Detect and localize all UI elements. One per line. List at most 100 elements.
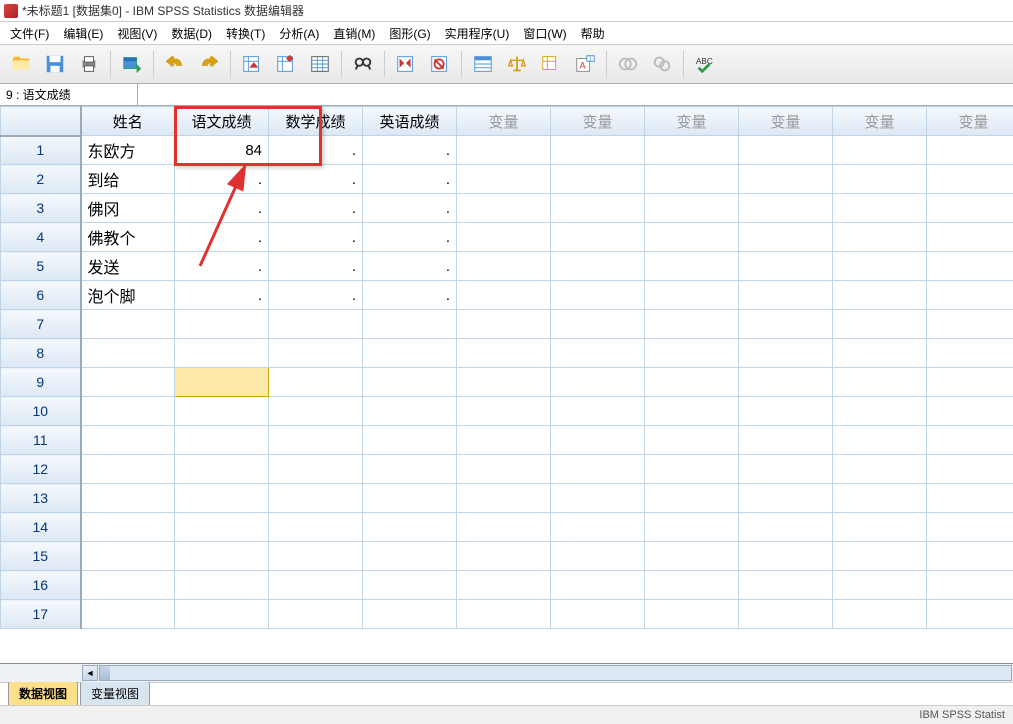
data-cell[interactable] [551,136,645,165]
data-cell[interactable] [739,368,833,397]
spellcheck-button[interactable]: ABC [690,49,720,79]
use-sets-button[interactable]: A1 [570,49,600,79]
data-cell[interactable] [927,281,1013,310]
data-cell[interactable] [175,397,269,426]
data-cell[interactable]: . [175,194,269,223]
data-cell[interactable] [81,542,175,571]
data-cell[interactable] [551,484,645,513]
data-cell[interactable] [551,368,645,397]
data-cell[interactable] [269,484,363,513]
value-labels-button[interactable] [536,49,566,79]
data-cell[interactable] [645,310,739,339]
select-cases-button[interactable] [468,49,498,79]
data-cell[interactable]: 84 [175,136,269,165]
data-cell[interactable]: . [175,281,269,310]
data-cell[interactable] [645,136,739,165]
tab-data-view[interactable]: 数据视图 [8,681,78,705]
data-cell[interactable] [927,484,1013,513]
data-cell[interactable] [457,339,551,368]
data-cell[interactable] [457,194,551,223]
data-cell[interactable] [363,397,457,426]
menu-edit[interactable]: 编辑(E) [57,23,109,44]
data-cell[interactable] [551,513,645,542]
data-cell[interactable] [645,223,739,252]
data-cell[interactable] [81,484,175,513]
data-cell[interactable] [739,136,833,165]
data-cell[interactable]: 泡个脚 [81,281,175,310]
data-cell[interactable] [833,310,927,339]
row-header[interactable]: 9 [1,368,81,397]
data-cell[interactable]: . [363,136,457,165]
column-header[interactable]: 语文成绩 [175,107,269,136]
data-cell[interactable] [81,339,175,368]
data-cell[interactable] [457,368,551,397]
row-header[interactable]: 13 [1,484,81,513]
data-cell[interactable] [833,600,927,629]
menu-direct[interactable]: 直销(M) [327,23,381,44]
data-cell[interactable] [269,397,363,426]
data-cell[interactable] [457,252,551,281]
find-button[interactable] [348,49,378,79]
data-cell[interactable] [269,368,363,397]
menu-transform[interactable]: 转换(T) [220,23,271,44]
data-grid[interactable]: 姓名语文成绩数学成绩英语成绩变量变量变量变量变量变量变量 1东欧方84..2到给… [0,106,1013,664]
data-cell[interactable] [927,397,1013,426]
data-cell[interactable] [833,194,927,223]
data-cell[interactable] [927,339,1013,368]
data-cell[interactable] [927,136,1013,165]
data-cell[interactable]: . [175,223,269,252]
data-cell[interactable] [927,571,1013,600]
menu-file[interactable]: 文件(F) [4,23,55,44]
data-cell[interactable] [269,513,363,542]
data-cell[interactable] [457,600,551,629]
data-cell[interactable] [457,223,551,252]
circle-stack-icon[interactable] [647,49,677,79]
data-cell[interactable] [833,136,927,165]
data-cell[interactable] [739,484,833,513]
row-header[interactable]: 7 [1,310,81,339]
data-cell[interactable] [739,542,833,571]
data-cell[interactable] [457,484,551,513]
data-cell[interactable] [739,194,833,223]
circle-overlap-icon[interactable] [613,49,643,79]
row-header[interactable]: 4 [1,223,81,252]
row-header[interactable]: 14 [1,513,81,542]
data-cell[interactable] [645,426,739,455]
data-cell[interactable] [363,513,457,542]
horizontal-scrollbar[interactable]: ◄ [0,664,1013,682]
data-cell[interactable] [81,455,175,484]
data-cell[interactable] [457,513,551,542]
open-button[interactable] [6,49,36,79]
data-cell[interactable] [363,571,457,600]
data-cell[interactable] [269,455,363,484]
goto-case-button[interactable] [237,49,267,79]
column-header-empty[interactable]: 变量 [833,107,927,136]
data-cell[interactable]: . [363,223,457,252]
column-header-empty[interactable]: 变量 [739,107,833,136]
data-cell[interactable] [457,571,551,600]
row-header[interactable]: 11 [1,426,81,455]
data-cell[interactable] [363,542,457,571]
data-cell[interactable] [645,281,739,310]
data-cell[interactable] [363,339,457,368]
row-header[interactable]: 2 [1,165,81,194]
tab-variable-view[interactable]: 变量视图 [80,681,150,705]
data-cell[interactable] [363,368,457,397]
data-cell[interactable] [927,194,1013,223]
data-cell[interactable] [833,165,927,194]
scroll-track[interactable] [99,665,1012,681]
menu-utilities[interactable]: 实用程序(U) [439,23,516,44]
variables-button[interactable] [305,49,335,79]
data-cell[interactable]: . [269,223,363,252]
data-cell[interactable] [739,426,833,455]
data-cell[interactable] [363,484,457,513]
cell-reference-value[interactable] [138,84,1013,105]
data-cell[interactable] [175,600,269,629]
save-button[interactable] [40,49,70,79]
data-cell[interactable]: . [269,165,363,194]
data-cell[interactable] [927,310,1013,339]
data-cell[interactable] [551,455,645,484]
data-cell[interactable] [551,542,645,571]
row-header[interactable]: 17 [1,600,81,629]
data-cell[interactable] [739,310,833,339]
